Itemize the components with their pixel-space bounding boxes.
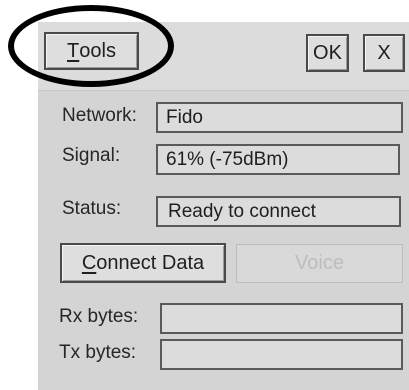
tx-bytes-label: Tx bytes: — [59, 342, 137, 363]
tx-bytes-field — [160, 339, 403, 370]
tools-button[interactable]: Tools — [44, 32, 139, 70]
rx-bytes-label: Rx bytes: — [59, 306, 139, 327]
connect-data-button[interactable]: Connect Data — [60, 243, 226, 283]
signal-label: Signal: — [62, 145, 121, 166]
connect-mnemonic: C — [81, 251, 97, 274]
status-field: Ready to connect — [156, 196, 401, 227]
ok-button[interactable]: OK — [306, 34, 349, 72]
tools-mnemonic: T — [67, 39, 80, 62]
status-label: Status: — [62, 198, 122, 219]
close-button[interactable]: X — [363, 34, 405, 72]
connection-window: Tools OK X Network: Fido Signal: 61% (-7… — [38, 22, 409, 390]
connect-data-label: onnect Data — [96, 251, 205, 274]
signal-field: 61% (-75dBm) — [156, 144, 400, 175]
rx-bytes-field — [160, 303, 403, 334]
network-field: Fido — [156, 102, 403, 133]
close-icon: X — [377, 41, 391, 64]
ok-label: OK — [313, 41, 342, 64]
tools-label: ools — [79, 39, 116, 62]
voice-label: Voice — [295, 252, 344, 274]
voice-button[interactable]: Voice — [236, 244, 403, 283]
network-label: Network: — [62, 105, 137, 126]
